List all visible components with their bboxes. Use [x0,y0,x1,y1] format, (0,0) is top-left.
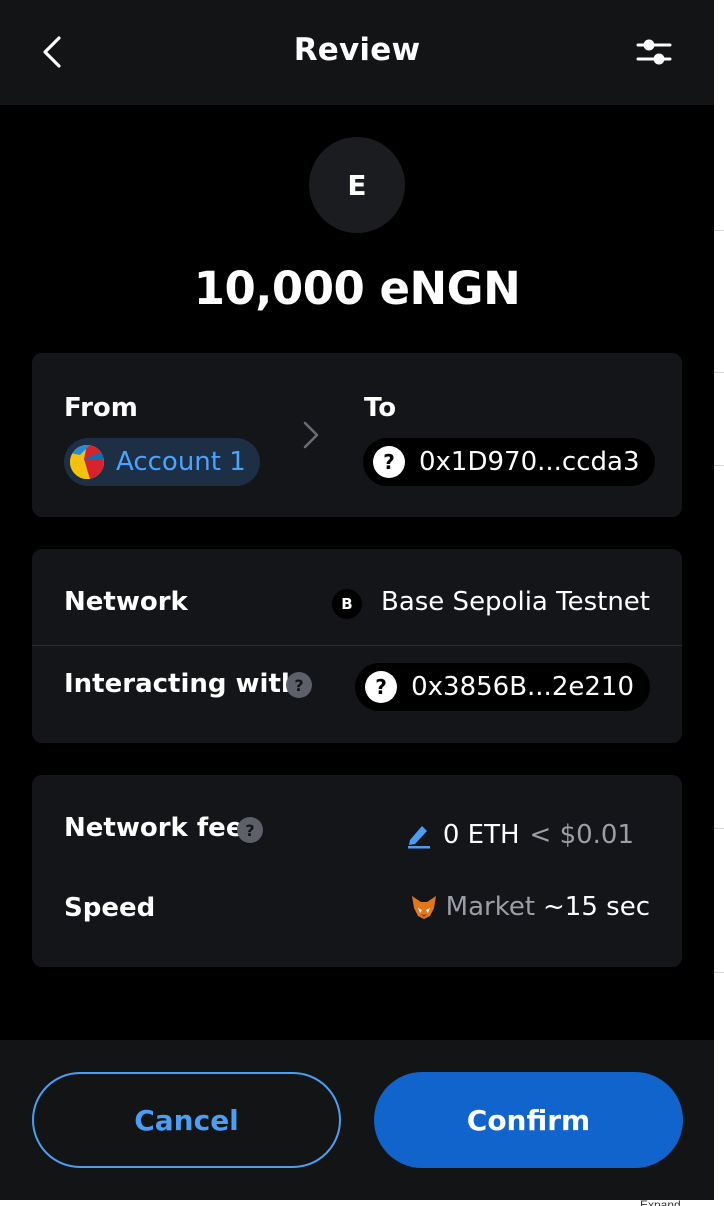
cancel-button[interactable]: Cancel [32,1072,341,1168]
background-page-strip [714,0,724,1206]
edit-gas-icon[interactable] [405,821,433,849]
divider [714,972,724,973]
network-icon-letter: B [341,595,353,613]
background-page-bottom [0,1200,724,1206]
sliders-icon [636,39,672,65]
from-account-name: Account 1 [116,447,246,477]
review-screen: Review E 10,000 eNGN From Account 1 To ?… [0,0,714,1200]
confirm-button[interactable]: Confirm [374,1072,683,1168]
network-fee-label: Network fee [64,813,244,843]
header: Review [0,0,714,105]
token-avatar-letter: E [347,168,367,202]
unknown-address-icon: ? [365,671,398,703]
footer: Cancel Confirm [0,1040,714,1200]
network-label: Network [64,587,188,617]
interacting-address-pill[interactable]: ? 0x3856B...2e210 [355,663,650,711]
to-label: To [364,393,397,423]
speed-value-row: Market ~15 sec [410,892,650,922]
speed-market: Market [445,892,536,922]
fee-fiat: < $0.01 [529,820,634,850]
info-icon[interactable]: ? [286,672,312,698]
fox-icon [410,894,438,920]
network-icon: B [332,589,362,619]
from-to-card: From Account 1 To ? 0x1D970...ccda3 [32,353,682,517]
speed-time: ~15 sec [543,892,650,922]
interacting-with-label: Interacting with [64,669,300,699]
speed-label: Speed [64,893,156,923]
account-avatar [70,445,104,479]
divider [714,372,724,373]
fee-eth: 0 ETH [442,820,520,850]
divider [32,645,682,646]
to-address: 0x1D970...ccda3 [419,447,640,477]
background-peek-text: Expand [640,1198,681,1206]
fee-value-row: 0 ETH < $0.01 [405,820,634,850]
unknown-address-icon: ? [373,446,405,478]
info-icon[interactable]: ? [237,817,263,843]
from-account-pill[interactable]: Account 1 [64,438,260,486]
token-avatar: E [309,137,405,233]
divider [714,465,724,466]
from-label: From [64,393,138,423]
transfer-amount: 10,000 eNGN [193,262,521,315]
network-card: Network B Base Sepolia Testnet Interacti… [32,549,682,743]
settings-button[interactable] [630,30,678,74]
divider [714,230,724,231]
to-address-pill[interactable]: ? 0x1D970...ccda3 [363,438,656,486]
network-value: Base Sepolia Testnet [380,587,650,617]
fee-card: Network fee ? 0 ETH < $0.01 Speed Market… [32,775,682,967]
arrow-right-icon [296,415,326,455]
divider [714,828,724,829]
page-title: Review [293,32,421,68]
interacting-address: 0x3856B...2e210 [411,672,634,702]
